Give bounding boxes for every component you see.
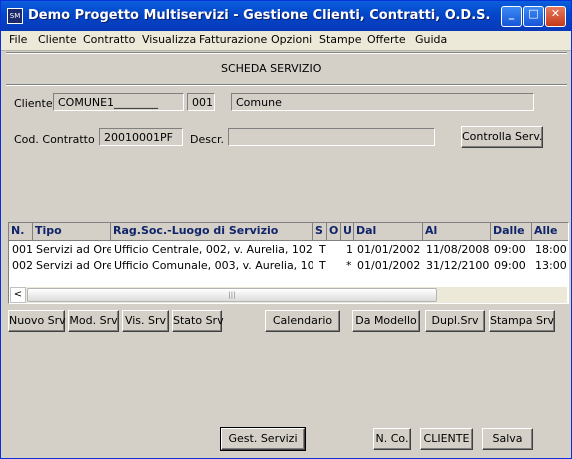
cell-alle: 13:00 (535, 259, 567, 272)
cell-alle: 18:00 (535, 243, 567, 256)
contratto-code-field[interactable]: 20010001PF (99, 128, 183, 146)
cell-ragsoc: Ufficio Comunale, 003, v. Aurelia, 103 (114, 259, 313, 272)
stampa-srv-button[interactable]: Stampa Srv (489, 310, 555, 332)
vis-srv-button[interactable]: Vis. Srv (122, 310, 169, 332)
menu-cliente[interactable]: Cliente (38, 33, 77, 46)
cell-ragsoc: Ufficio Centrale, 002, v. Aurelia, 102 (114, 243, 313, 256)
divider (6, 52, 567, 54)
gest-servizi-button[interactable]: Gest. Servizi (220, 427, 306, 451)
contratto-label: Cod. Contratto (14, 133, 95, 146)
salva-button[interactable]: Salva (482, 428, 533, 450)
col-alle[interactable]: Alle (532, 223, 568, 240)
table-row[interactable]: 001 Servizi ad Ore Ufficio Centrale, 002… (9, 242, 568, 258)
menu-stampe[interactable]: Stampe (319, 33, 362, 46)
dupl-srv-button[interactable]: Dupl.Srv (425, 310, 485, 332)
scroll-thumb[interactable]: ||| (27, 288, 437, 302)
app-icon: SM (7, 8, 23, 24)
nuovo-srv-button[interactable]: Nuovo Srv (8, 310, 66, 332)
cell-al: 31/12/2100 (426, 259, 490, 272)
col-s[interactable]: S (313, 223, 327, 240)
calendario-button[interactable]: Calendario (265, 310, 340, 332)
table-row[interactable]: 002 Servizi ad Ore Ufficio Comunale, 003… (9, 258, 568, 274)
horizontal-scrollbar[interactable]: < ||| (10, 287, 567, 303)
minimize-button[interactable]: _ (501, 6, 522, 27)
page-title: SCHEDA SERVIZIO (221, 62, 322, 75)
title-bar[interactable]: SM Demo Progetto Multiservizi - Gestione… (1, 1, 571, 31)
col-al[interactable]: Al (423, 223, 491, 240)
cliente-label: Cliente (14, 97, 53, 110)
col-ragsoc[interactable]: Rag.Soc.-Luogo di Servizio (111, 223, 313, 240)
maximize-button[interactable]: □ (523, 6, 544, 27)
col-dal[interactable]: Dal (354, 223, 423, 240)
col-tipo[interactable]: Tipo (33, 223, 111, 240)
n-co-button[interactable]: N. Co. (373, 428, 411, 450)
cell-tipo: Servizi ad Ore (36, 259, 111, 272)
cell-al: 11/08/2008 (426, 243, 490, 256)
mod-srv-button[interactable]: Mod. Srv (68, 310, 119, 332)
cell-o (327, 242, 341, 258)
main-window: SM Demo Progetto Multiservizi - Gestione… (0, 0, 572, 459)
cell-n: 001 (12, 243, 33, 256)
cell-dalle: 09:00 (494, 243, 526, 256)
cell-dal: 01/01/2002 (357, 243, 421, 256)
cliente-button[interactable]: CLIENTE (420, 428, 473, 450)
cliente-number-field[interactable]: 001 (187, 93, 215, 111)
da-modello-button[interactable]: Da Modello (352, 310, 420, 332)
menu-guida[interactable]: Guida (415, 33, 447, 46)
cliente-code-field[interactable]: COMUNE1________ (53, 93, 184, 111)
col-n[interactable]: N. (9, 223, 33, 240)
descr-field[interactable] (228, 128, 435, 146)
controlla-serv-button[interactable]: Controlla Serv. (461, 126, 543, 148)
menu-bar: File Cliente Contratto Visualizza Fattur… (1, 31, 571, 51)
cell-dalle: 09:00 (494, 259, 526, 272)
col-u[interactable]: U (341, 223, 354, 240)
divider (6, 84, 567, 86)
stato-srv-button[interactable]: Stato Srv (172, 310, 224, 332)
col-dalle[interactable]: Dalle (491, 223, 532, 240)
menu-contratto[interactable]: Contratto (83, 33, 135, 46)
cell-o (327, 258, 341, 274)
window-title: Demo Progetto Multiservizi - Gestione Cl… (28, 8, 491, 23)
cell-n: 002 (12, 259, 33, 272)
close-button[interactable]: ✕ (545, 6, 566, 27)
menu-offerte[interactable]: Offerte (367, 33, 406, 46)
menu-file[interactable]: File (9, 33, 27, 46)
cell-tipo: Servizi ad Ore (36, 243, 111, 256)
cell-dal: 01/01/2002 (357, 259, 421, 272)
col-o[interactable]: O (327, 223, 341, 240)
cliente-name-field[interactable]: Comune (231, 93, 534, 111)
menu-visualizza[interactable]: Visualizza (142, 33, 196, 46)
scroll-left-icon[interactable]: < (10, 287, 26, 303)
grid-header: N. Tipo Rag.Soc.-Luogo di Servizio S O U… (9, 223, 568, 241)
menu-fatturazione[interactable]: Fatturazione (199, 33, 267, 46)
descr-label: Descr. (190, 133, 225, 146)
services-grid[interactable]: N. Tipo Rag.Soc.-Luogo di Servizio S O U… (8, 222, 569, 304)
menu-opzioni[interactable]: Opzioni (271, 33, 312, 46)
